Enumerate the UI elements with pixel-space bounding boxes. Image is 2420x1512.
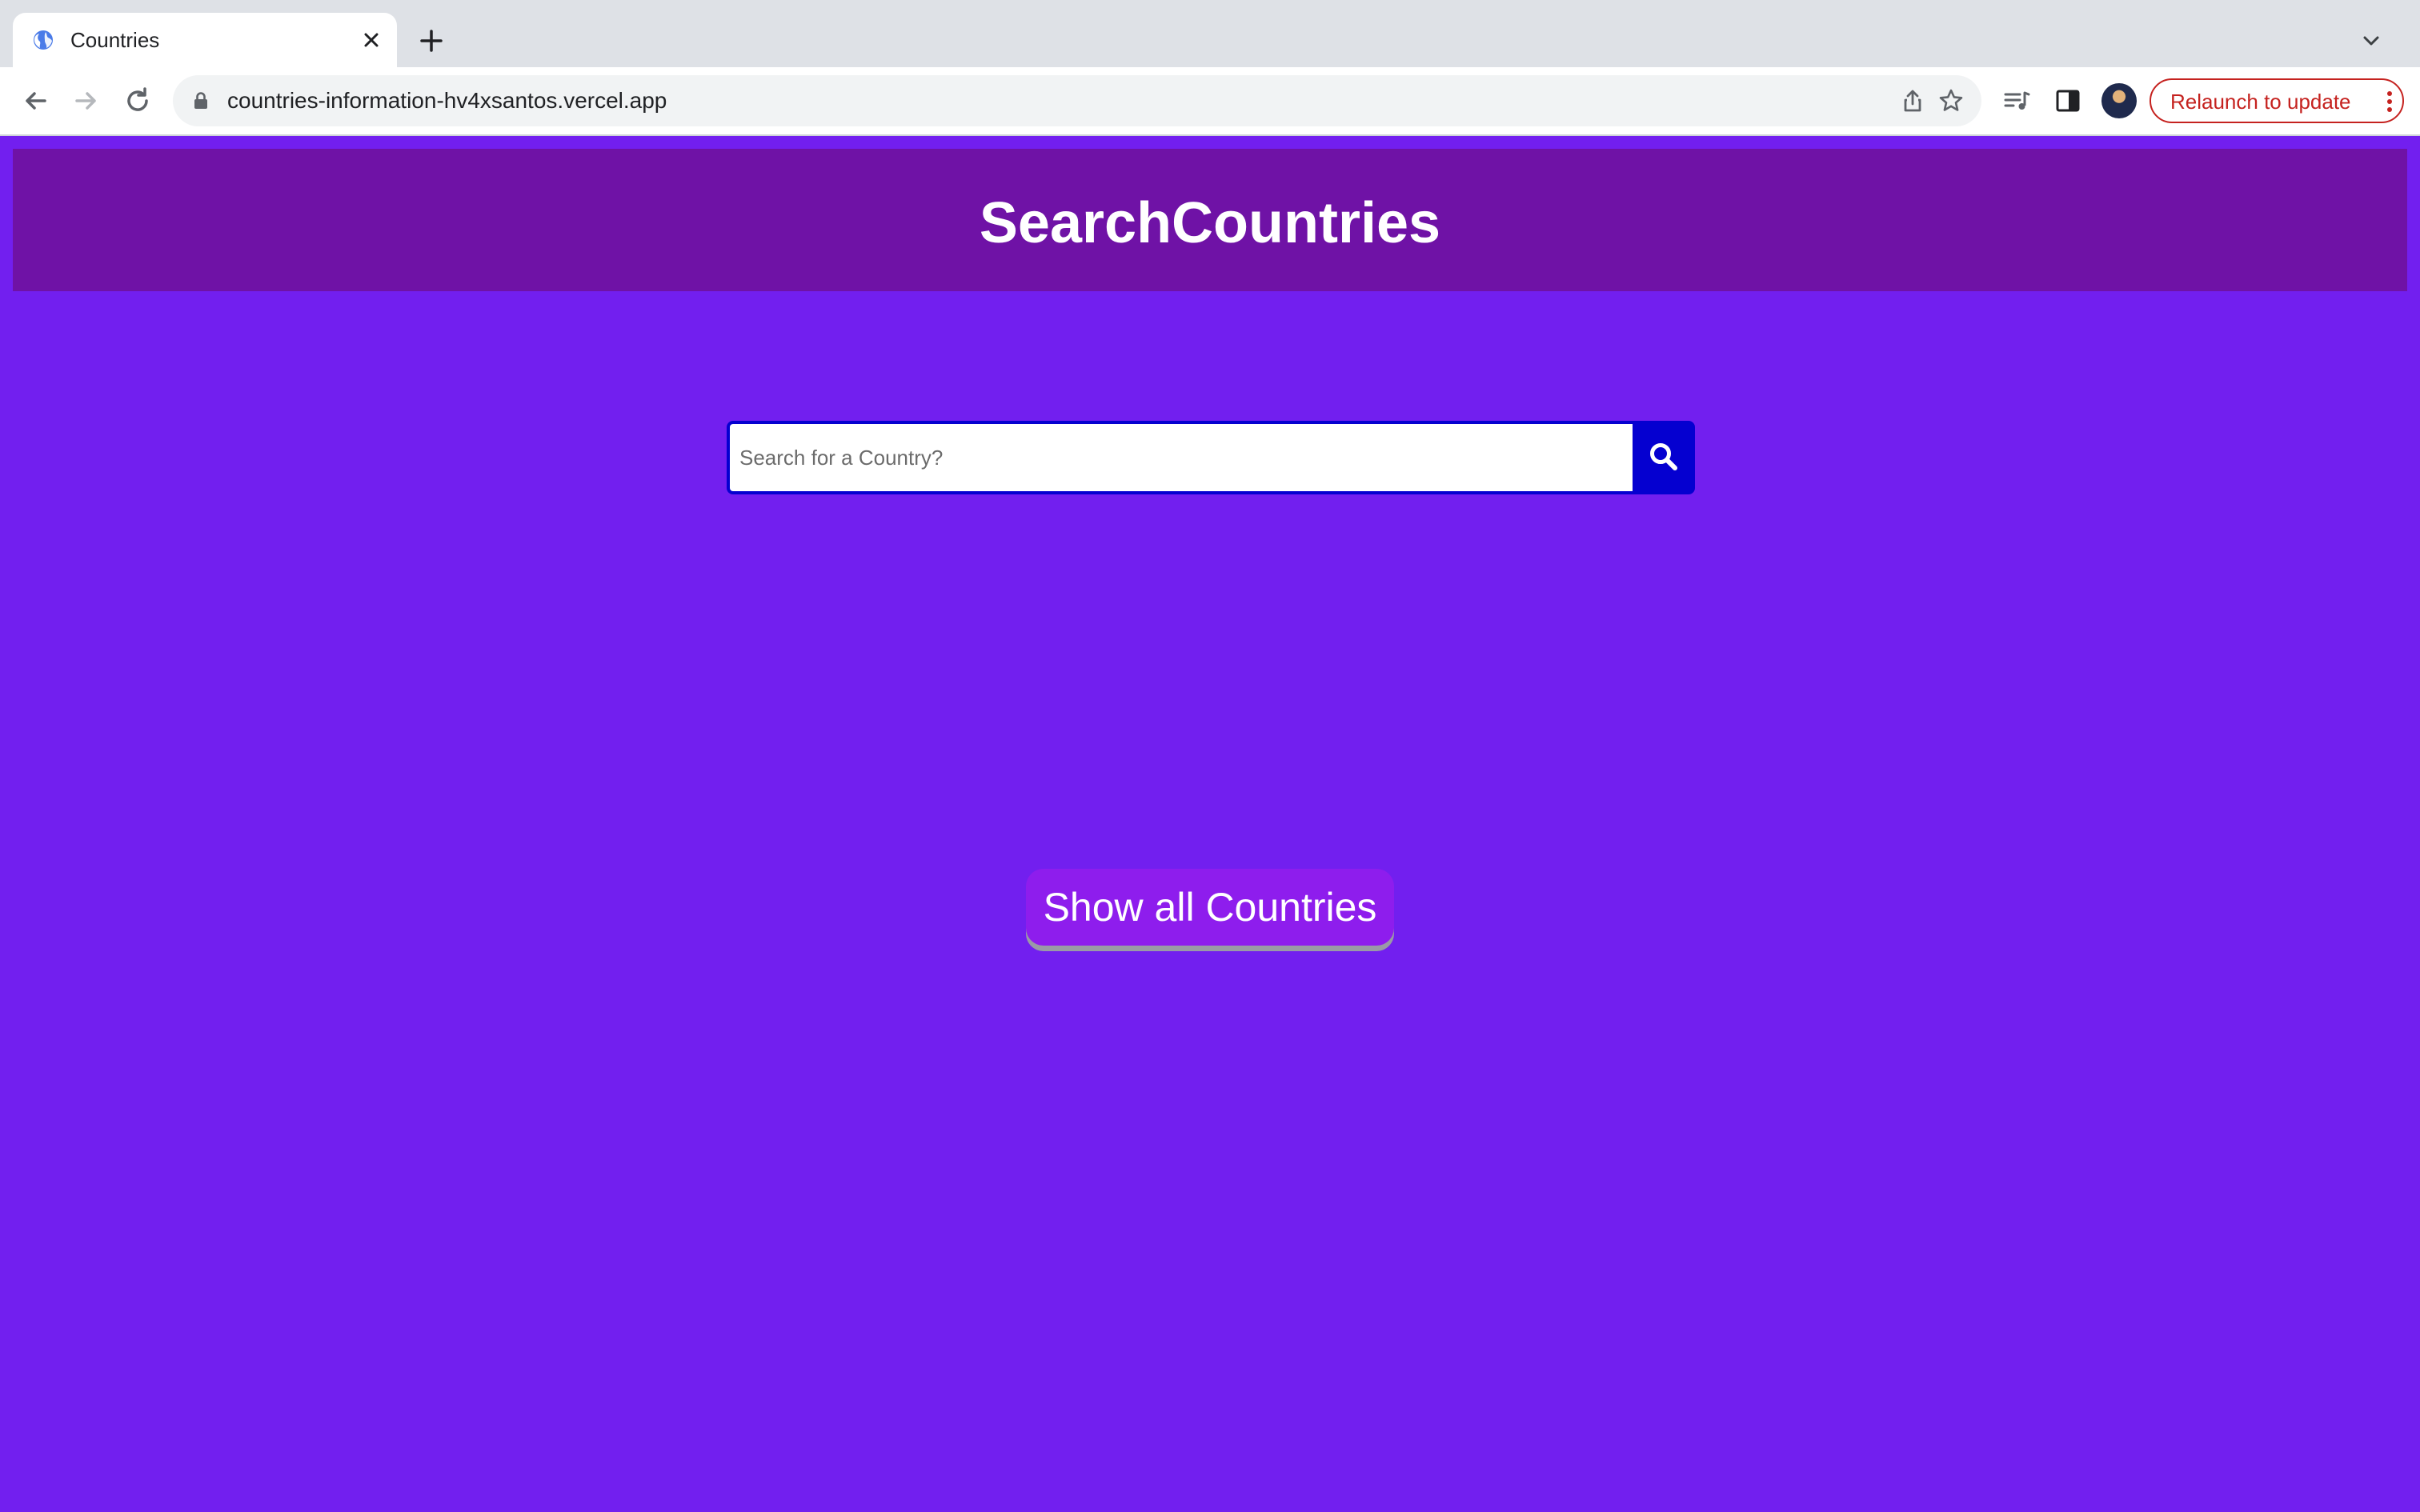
side-panel-icon[interactable]: [2052, 85, 2084, 117]
more-vertical-icon[interactable]: [2386, 90, 2393, 114]
share-icon[interactable]: [1898, 86, 1927, 115]
show-all-countries-button[interactable]: Show all Countries: [1026, 869, 1394, 946]
browser-tabstrip: Countries: [0, 0, 2420, 67]
close-tab-icon[interactable]: [359, 27, 384, 53]
tab-title: Countries: [70, 28, 160, 52]
new-tab-icon[interactable]: [416, 26, 447, 56]
address-bar[interactable]: countries-information-hv4xsantos.vercel.…: [173, 75, 1981, 126]
search-button[interactable]: [1633, 421, 1695, 494]
forward-arrow-icon[interactable]: [70, 85, 102, 117]
country-search-input[interactable]: [730, 424, 1633, 491]
search-bar: [727, 421, 1695, 494]
relaunch-label: Relaunch to update: [2170, 90, 2351, 114]
page-viewport: SearchCountries Show all Countries: [0, 136, 2420, 1512]
profile-avatar[interactable]: [2101, 83, 2137, 118]
url-text[interactable]: countries-information-hv4xsantos.vercel.…: [227, 88, 667, 114]
browser-tab-countries[interactable]: Countries: [13, 13, 397, 67]
relaunch-to-update-button[interactable]: Relaunch to update: [2150, 78, 2404, 123]
globe-icon: [34, 30, 53, 50]
page-header: SearchCountries: [13, 149, 2407, 291]
lock-icon[interactable]: [190, 90, 211, 111]
page-title: SearchCountries: [979, 191, 1441, 255]
back-arrow-icon[interactable]: [19, 85, 51, 117]
search-icon: [1650, 443, 1677, 470]
browser-toolbar: countries-information-hv4xsantos.vercel.…: [0, 67, 2420, 134]
chevron-down-icon[interactable]: [2358, 27, 2385, 54]
media-control-icon[interactable]: [2001, 85, 2033, 117]
bookmark-star-icon[interactable]: [1937, 86, 1965, 115]
reload-icon[interactable]: [122, 85, 154, 117]
